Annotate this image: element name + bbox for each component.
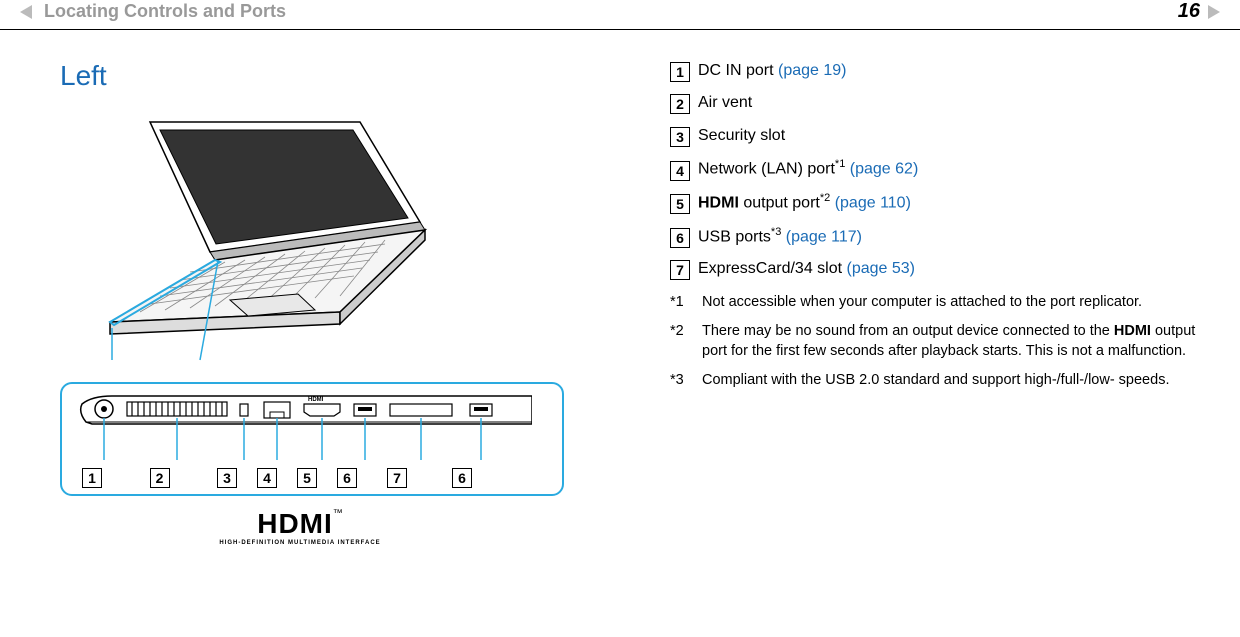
hdmi-tm: ™ [333,508,343,519]
callout-item-6: 6USB ports*3 (page 117) [670,225,1200,249]
footnotes: *1 Not accessible when your computer is … [670,293,1200,391]
callout-num-4: 4 [257,468,277,488]
callout-list: 1DC IN port (page 19) 2Air vent 3Securit… [670,60,1200,281]
diagram-column: Left [60,60,620,546]
breadcrumb-area: Locating Controls and Ports [20,1,286,22]
callout-num-5: 5 [297,468,317,488]
triangle-left-icon [20,5,32,19]
callout-num-6a: 6 [337,468,357,488]
callout-item-3: 3Security slot [670,125,1200,147]
side-view-illustration: HDMI [72,394,532,464]
hdmi-subtext: HIGH-DEFINITION MULTIMEDIA INTERFACE [60,540,540,546]
laptop-illustration [60,112,540,362]
callout-column: 1DC IN port (page 19) 2Air vent 3Securit… [620,60,1200,546]
footnote-3: *3 Compliant with the USB 2.0 standard a… [670,371,1200,391]
callout-item-2: 2Air vent [670,92,1200,114]
breadcrumb: Locating Controls and Ports [44,1,286,22]
page-nav: 16 [1178,0,1220,23]
callout-num-3: 3 [217,468,237,488]
page-link[interactable]: (page 110) [830,194,911,211]
content: Left [0,30,1240,546]
page-link[interactable]: (page 117) [781,228,862,245]
callout-num-2: 2 [150,468,170,488]
section-title: Left [60,60,620,92]
page-link[interactable]: (page 53) [847,260,916,277]
callout-num-6b: 6 [452,468,472,488]
callout-number-row: 1 2 3 4 5 6 7 6 [72,468,552,488]
page-number: 16 [1178,0,1200,23]
triangle-right-icon[interactable] [1208,5,1220,19]
callout-num-7: 7 [387,468,407,488]
page-header: Locating Controls and Ports 16 [0,0,1240,30]
page-link[interactable]: (page 19) [778,62,847,79]
callout-item-5: 5HDMI output port*2 (page 110) [670,191,1200,215]
callout-item-1: 1DC IN port (page 19) [670,60,1200,82]
footnote-2: *2 There may be no sound from an output … [670,322,1200,361]
side-view-box: HDMI [60,382,564,496]
page-link[interactable]: (page 62) [845,161,918,178]
hdmi-logo: HDMI™ HIGH-DEFINITION MULTIMEDIA INTERFA… [60,508,540,546]
callout-num-1: 1 [82,468,102,488]
footnote-1: *1 Not accessible when your computer is … [670,293,1200,313]
callout-item-7: 7ExpressCard/34 slot (page 53) [670,258,1200,280]
hdmi-logo-text: HDMI [257,508,333,539]
callout-item-4: 4Network (LAN) port*1 (page 62) [670,157,1200,181]
diagram-wrap: HDMI [60,112,620,546]
svg-text:HDMI: HDMI [308,397,324,403]
